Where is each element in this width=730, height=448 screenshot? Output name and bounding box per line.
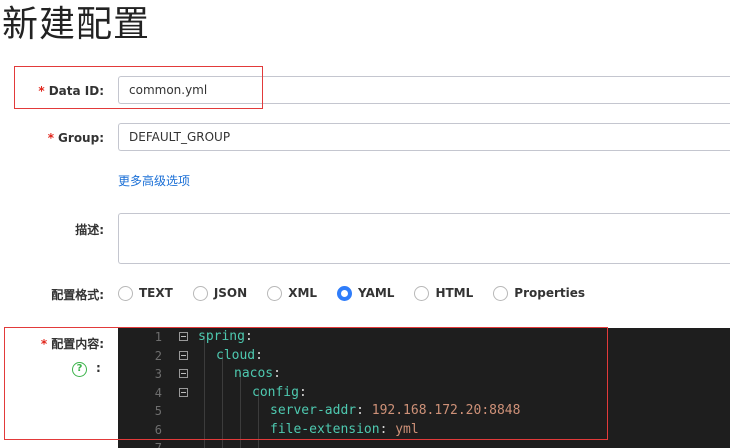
format-radio-yaml[interactable]: YAML — [337, 285, 395, 301]
line-number: 2 — [154, 348, 162, 363]
yaml-colon: : — [298, 384, 307, 400]
yaml-key: cloud — [216, 347, 256, 363]
format-radio-json[interactable]: JSON — [192, 285, 248, 301]
data-id-input[interactable]: common.yml — [118, 76, 730, 104]
radio-label: XML — [288, 286, 318, 300]
required-marker: * — [38, 84, 45, 98]
code-line[interactable]: 4 config: — [118, 384, 730, 402]
group-label: * Group: — [48, 131, 104, 145]
code-text: cloud: — [216, 347, 263, 365]
format-radio-text[interactable]: TEXT — [118, 285, 173, 301]
code-text: config: — [252, 384, 307, 402]
line-number: 5 — [154, 404, 162, 418]
radio-circle-icon[interactable] — [192, 285, 208, 301]
line-number: 1 — [154, 330, 162, 344]
fold-toggle-icon[interactable] — [179, 387, 188, 397]
code-editor[interactable]: 1 spring: 2 cloud: 3 nacos: 4 config: 5 server-ad… — [118, 328, 730, 448]
code-line[interactable]: 1 spring: — [118, 328, 730, 346]
radio-label: YAML — [358, 286, 395, 300]
radio-circle-icon[interactable] — [267, 285, 283, 301]
format-label: 配置格式: — [51, 288, 104, 302]
yaml-colon: : — [244, 329, 253, 344]
data-id-label-text: Data ID: — [48, 84, 104, 98]
code-text: server-addr: 192.168.172.20:8848 — [270, 402, 520, 420]
required-marker: * — [40, 337, 48, 351]
group-input[interactable]: DEFAULT_GROUP — [118, 123, 730, 151]
code-line[interactable]: 2 cloud: — [118, 347, 730, 365]
code-text: spring: — [198, 328, 253, 346]
radio-circle-icon[interactable] — [118, 285, 133, 301]
yaml-key: spring — [198, 329, 245, 344]
code-text: file-extension: yml — [270, 421, 419, 439]
content-label: * 配置内容: — [41, 335, 104, 352]
advanced-options-link[interactable]: 更多高级选项 — [118, 172, 190, 189]
format-radio-html[interactable]: HTML — [414, 285, 474, 301]
page-title: 新建配置 — [2, 4, 151, 45]
description-label: 描述: — [75, 223, 104, 237]
yaml-key: server-addr — [270, 403, 357, 418]
radio-label: JSON — [213, 286, 248, 300]
yaml-key: config — [252, 384, 299, 400]
help-colon: : — [96, 361, 101, 375]
yaml-colon: : — [273, 366, 281, 381]
data-id-label: * Data ID: — [38, 84, 104, 98]
fold-toggle-icon[interactable] — [179, 369, 188, 378]
code-line[interactable]: 3 nacos: — [118, 365, 730, 383]
description-textarea[interactable] — [118, 213, 730, 264]
required-marker: * — [47, 131, 55, 145]
line-number: 6 — [154, 422, 162, 437]
yaml-colon: : — [255, 347, 263, 363]
yaml-key: file-extension — [270, 421, 380, 437]
radio-circle-icon[interactable] — [337, 285, 353, 301]
code-line[interactable]: 6 file-extension: yml — [118, 421, 730, 439]
yaml-colon: : — [356, 403, 372, 418]
fold-toggle-icon[interactable] — [179, 332, 188, 341]
yaml-key: nacos — [234, 366, 274, 381]
format-radio-properties[interactable]: Properties — [493, 285, 586, 301]
help-icon[interactable]: ? — [72, 362, 87, 377]
radio-label: HTML — [435, 286, 474, 300]
line-number: 3 — [154, 367, 162, 381]
yaml-value: yml — [395, 421, 419, 437]
format-radio-group: TEXT JSON XML YAML HTML Properties — [118, 283, 605, 303]
format-radio-xml[interactable]: XML — [267, 285, 318, 301]
content-label-text: 配置内容: — [51, 337, 104, 351]
radio-label: Properties — [514, 286, 586, 300]
code-line[interactable]: 5 server-addr: 192.168.172.20:8848 — [118, 402, 730, 420]
line-number: 4 — [154, 385, 162, 400]
code-line[interactable]: 7 — [118, 439, 730, 448]
yaml-colon: : — [379, 421, 396, 437]
code-text: nacos: — [234, 365, 281, 383]
line-number: 7 — [154, 441, 162, 448]
fold-toggle-icon[interactable] — [179, 350, 188, 360]
radio-label: TEXT — [139, 286, 173, 300]
radio-circle-icon[interactable] — [493, 285, 509, 301]
group-label-text: Group: — [58, 131, 104, 145]
yaml-value: 192.168.172.20:8848 — [371, 403, 521, 418]
radio-circle-icon[interactable] — [414, 285, 430, 301]
